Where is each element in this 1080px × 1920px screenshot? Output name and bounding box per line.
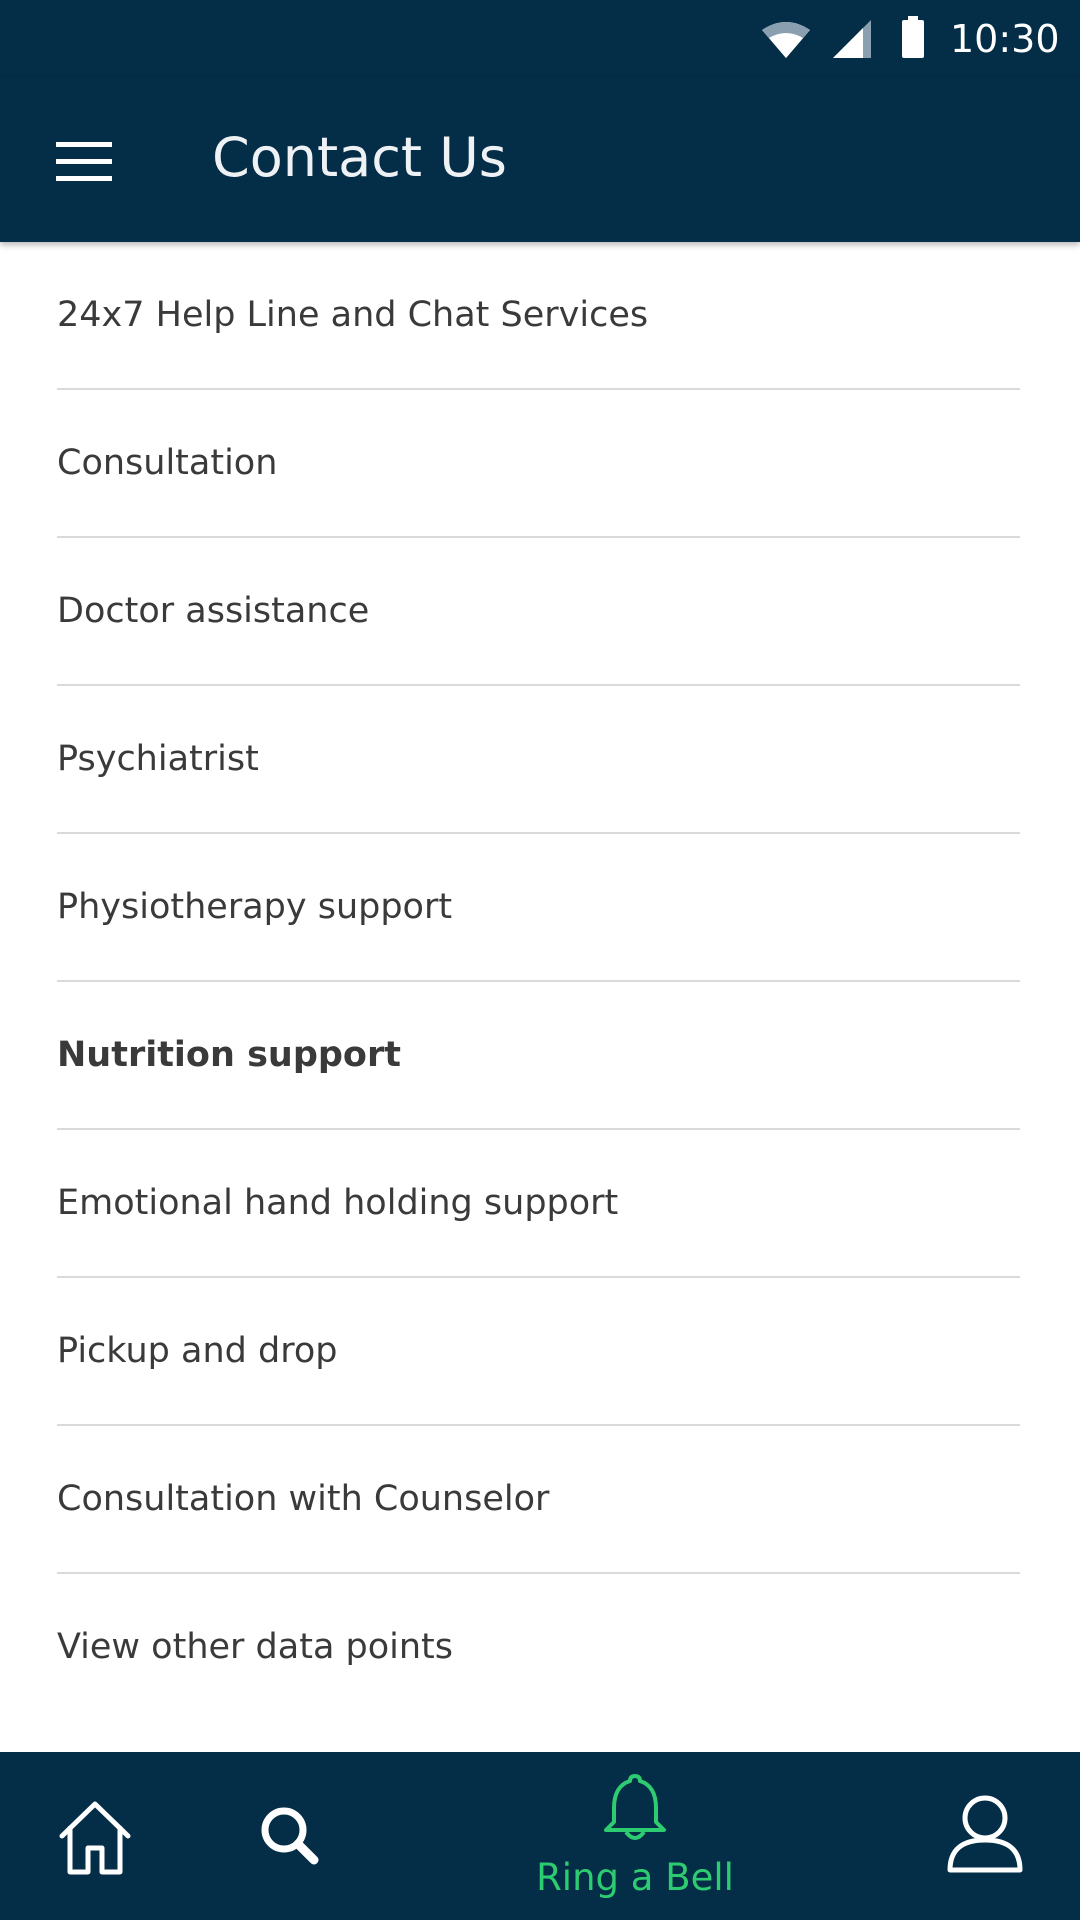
list-item-label: Pickup and drop bbox=[57, 1331, 338, 1371]
list-item-emotional-support[interactable]: Emotional hand holding support bbox=[57, 1130, 1020, 1278]
list-item-counselor[interactable]: Consultation with Counselor bbox=[57, 1426, 1020, 1574]
app-bar: Contact Us bbox=[0, 78, 1080, 242]
list-item-label: Nutrition support bbox=[57, 1035, 401, 1075]
contact-options-list: 24x7 Help Line and Chat Services Consult… bbox=[0, 242, 1080, 1720]
contact-us-screen: 10:30 Contact Us 24x7 Help Line and Chat… bbox=[0, 0, 1080, 1920]
list-item-label: View other data points bbox=[57, 1627, 454, 1667]
list-item-help-line[interactable]: 24x7 Help Line and Chat Services bbox=[57, 242, 1020, 390]
bottom-nav: Ring a Bell bbox=[0, 1752, 1080, 1920]
ring-bell-label: Ring a Bell bbox=[536, 1856, 734, 1899]
list-item-label: Physiotherapy support bbox=[57, 887, 453, 927]
list-item-psychiatrist[interactable]: Psychiatrist bbox=[57, 686, 1020, 834]
nav-ring-bell-button[interactable]: Ring a Bell bbox=[520, 1770, 750, 1910]
cell-signal-icon bbox=[833, 20, 871, 58]
home-icon bbox=[59, 1801, 131, 1875]
bell-icon bbox=[604, 1774, 666, 1840]
list-item-label: Consultation with Counselor bbox=[57, 1479, 550, 1519]
list-item-label: Doctor assistance bbox=[57, 591, 370, 631]
list-item-label: Emotional hand holding support bbox=[57, 1183, 619, 1223]
list-item-label: 24x7 Help Line and Chat Services bbox=[57, 295, 649, 335]
nav-home-button[interactable] bbox=[52, 1794, 138, 1880]
list-item-doctor-assistance[interactable]: Doctor assistance bbox=[57, 538, 1020, 686]
hamburger-menu-icon bbox=[56, 142, 112, 181]
profile-icon bbox=[947, 1795, 1023, 1873]
list-item-nutrition[interactable]: Nutrition support bbox=[57, 982, 1020, 1130]
search-icon bbox=[261, 1807, 319, 1865]
battery-icon bbox=[902, 16, 924, 58]
list-item-label: Consultation bbox=[57, 443, 278, 483]
list-item-pickup-drop[interactable]: Pickup and drop bbox=[57, 1278, 1020, 1426]
nav-search-button[interactable] bbox=[250, 1796, 334, 1880]
menu-button[interactable] bbox=[42, 120, 122, 200]
status-time: 10:30 bbox=[950, 17, 1060, 61]
page-title: Contact Us bbox=[212, 126, 507, 189]
list-item-other-data-points[interactable]: View other data points bbox=[57, 1574, 1020, 1720]
status-bar: 10:30 bbox=[0, 0, 1080, 78]
nav-profile-button[interactable] bbox=[940, 1788, 1030, 1878]
list-item-consultation[interactable]: Consultation bbox=[57, 390, 1020, 538]
list-item-label: Psychiatrist bbox=[57, 739, 259, 779]
wifi-icon bbox=[762, 22, 810, 58]
list-item-physiotherapy[interactable]: Physiotherapy support bbox=[57, 834, 1020, 982]
